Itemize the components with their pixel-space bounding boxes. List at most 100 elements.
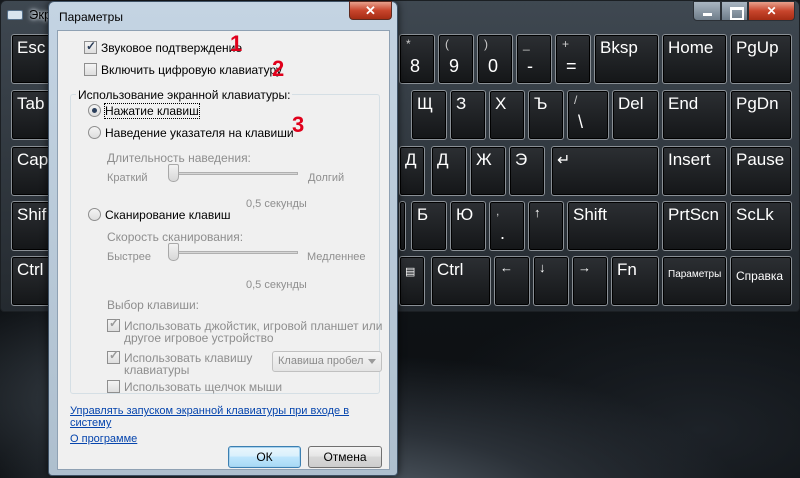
enter-arrow-icon: ↵ (557, 152, 571, 169)
key-8[interactable]: * 8 (399, 34, 435, 84)
key-fn[interactable]: Fn (611, 256, 659, 306)
hover-duration-label: Длительность наведения: (107, 151, 251, 165)
hover-keys-label: Наведение указателя на клавиши (105, 126, 294, 140)
key-e[interactable]: Э (509, 146, 545, 196)
use-mouse-click-label: Использовать щелчок мыши (124, 380, 283, 394)
scan-speed-value: 0,5 секунды (246, 279, 307, 291)
usage-group-label: Использование экранной клавиатуры: (76, 88, 293, 102)
scan-fast-label: Быстрее (107, 251, 152, 263)
chevron-down-icon (368, 359, 376, 364)
radio-circle[interactable] (88, 208, 101, 221)
key-l-partial[interactable]: Д (399, 146, 425, 196)
sound-confirmation-checkbox[interactable]: Звуковое подтверждение (84, 39, 243, 55)
dialog-title: Параметры (59, 10, 123, 24)
key-arrow-left[interactable]: ← (494, 256, 530, 306)
key-kh[interactable]: Х (489, 90, 525, 140)
click-keys-label: Нажатие клавиш (104, 103, 200, 119)
sound-confirmation-label: Звуковое подтверждение (101, 41, 243, 55)
numeric-keypad-label: Включить цифровую клавиатуру (101, 63, 282, 77)
key-period[interactable]: ,. (489, 201, 525, 251)
checkbox-box[interactable] (107, 317, 120, 332)
key-delete[interactable]: Del (612, 90, 659, 140)
dialog-body: Звуковое подтверждение Включить цифровую… (57, 30, 390, 470)
keyboard-icon (7, 10, 23, 20)
key-0[interactable]: ) 0 (477, 34, 513, 84)
key-arrow-down[interactable]: ↓ (533, 256, 569, 306)
key-minus[interactable]: _ - (516, 34, 552, 84)
scan-keys-label: Сканирование клавиш (105, 208, 231, 222)
ok-button[interactable]: ОК (228, 446, 301, 468)
checkbox-box[interactable] (107, 380, 120, 393)
startup-settings-link[interactable]: Управлять запуском экранной клавиатуры п… (70, 405, 349, 429)
annotation-marker-3: 3 (292, 112, 305, 137)
scan-speed-thumb[interactable] (168, 243, 179, 261)
hover-keys-radio[interactable]: Наведение указателя на клавиши (88, 126, 294, 140)
hover-short-label: Краткий (107, 172, 148, 184)
key-select-combo[interactable]: Клавиша пробел (272, 351, 382, 372)
radio-circle[interactable] (88, 126, 101, 139)
key-zh[interactable]: Ж (470, 146, 506, 196)
key-equals[interactable]: + = (555, 34, 591, 84)
key-d[interactable]: Д (431, 146, 467, 196)
radio-circle[interactable] (88, 104, 101, 117)
scan-keys-radio[interactable]: Сканирование клавиш (88, 208, 231, 222)
key-options[interactable]: Параметры (662, 256, 727, 306)
key-shch[interactable]: Щ (411, 90, 447, 140)
numeric-keypad-checkbox[interactable]: Включить цифровую клавиатуру (84, 63, 282, 77)
close-icon: ✕ (365, 3, 376, 18)
scan-slow-label: Медленнее (307, 251, 366, 263)
about-link[interactable]: О программе (70, 433, 137, 445)
key-pause[interactable]: Pause (730, 146, 792, 196)
use-key-line2: клавиатуры (124, 363, 190, 377)
use-key-checkbox[interactable]: Использовать клавишу клавиатуры (107, 349, 252, 377)
key-end[interactable]: End (662, 90, 727, 140)
hover-duration-slider[interactable] (169, 172, 298, 175)
options-dialog: Параметры ✕ Звуковое подтверждение Включ… (48, 1, 398, 476)
annotation-marker-2: 2 (272, 56, 285, 81)
key-yu[interactable]: Ю (450, 201, 486, 251)
minimize-button[interactable] (693, 1, 721, 21)
key-b[interactable]: Б (411, 201, 447, 251)
key-arrow-up[interactable]: ↑ (528, 201, 564, 251)
key-backspace[interactable]: Bksp (594, 34, 659, 84)
click-keys-radio[interactable]: Нажатие клавиш (88, 103, 200, 119)
checkbox-box[interactable] (84, 63, 97, 76)
scan-speed-label: Скорость сканирования: (107, 230, 244, 244)
annotation-marker-1: 1 (230, 31, 243, 56)
key-sclk[interactable]: ScLk (730, 201, 792, 251)
key-ctrl-right[interactable]: Ctrl (431, 256, 491, 306)
key-pgup[interactable]: PgUp (730, 34, 792, 84)
key-home[interactable]: Home (662, 34, 727, 84)
key-select-label: Выбор клавиши: (107, 298, 199, 312)
key-arrow-right[interactable]: → (572, 256, 608, 306)
key-enter[interactable]: ↵ (551, 146, 659, 196)
use-joystick-checkbox[interactable]: Использовать джойстик, игровой планшет и… (107, 317, 382, 344)
key-select-combo-value: Клавиша пробел (278, 355, 364, 367)
checkbox-box[interactable] (107, 349, 120, 364)
key-partial[interactable] (399, 201, 406, 251)
cancel-button[interactable]: Отмена (308, 446, 382, 468)
key-insert[interactable]: Insert (662, 146, 727, 196)
use-mouse-click-checkbox[interactable]: Использовать щелчок мыши (107, 380, 282, 394)
maximize-icon (722, 2, 747, 20)
checkbox-box[interactable] (84, 39, 97, 54)
hover-duration-value: 0,5 секунды (246, 198, 307, 210)
key-z[interactable]: З (450, 90, 486, 140)
key-menu[interactable]: ▤ (399, 256, 425, 306)
minimize-icon (694, 2, 720, 20)
scan-speed-slider[interactable] (169, 251, 298, 254)
menu-icon: ▤ (405, 266, 416, 278)
hover-long-label: Долгий (308, 172, 345, 184)
close-button[interactable]: ✕ (748, 1, 795, 21)
dialog-close-button[interactable]: ✕ (349, 1, 392, 20)
close-icon: ✕ (766, 4, 777, 18)
hover-duration-thumb[interactable] (168, 164, 179, 182)
key-prtscn[interactable]: PrtScn (662, 201, 727, 251)
key-hard-sign[interactable]: Ъ (528, 90, 564, 140)
key-backslash[interactable]: / \ (567, 90, 609, 140)
maximize-button[interactable] (721, 1, 748, 21)
key-shift-right[interactable]: Shift (567, 201, 659, 251)
key-9[interactable]: (9 (438, 34, 474, 84)
key-pgdn[interactable]: PgDn (730, 90, 792, 140)
key-help[interactable]: Справка (730, 256, 792, 306)
